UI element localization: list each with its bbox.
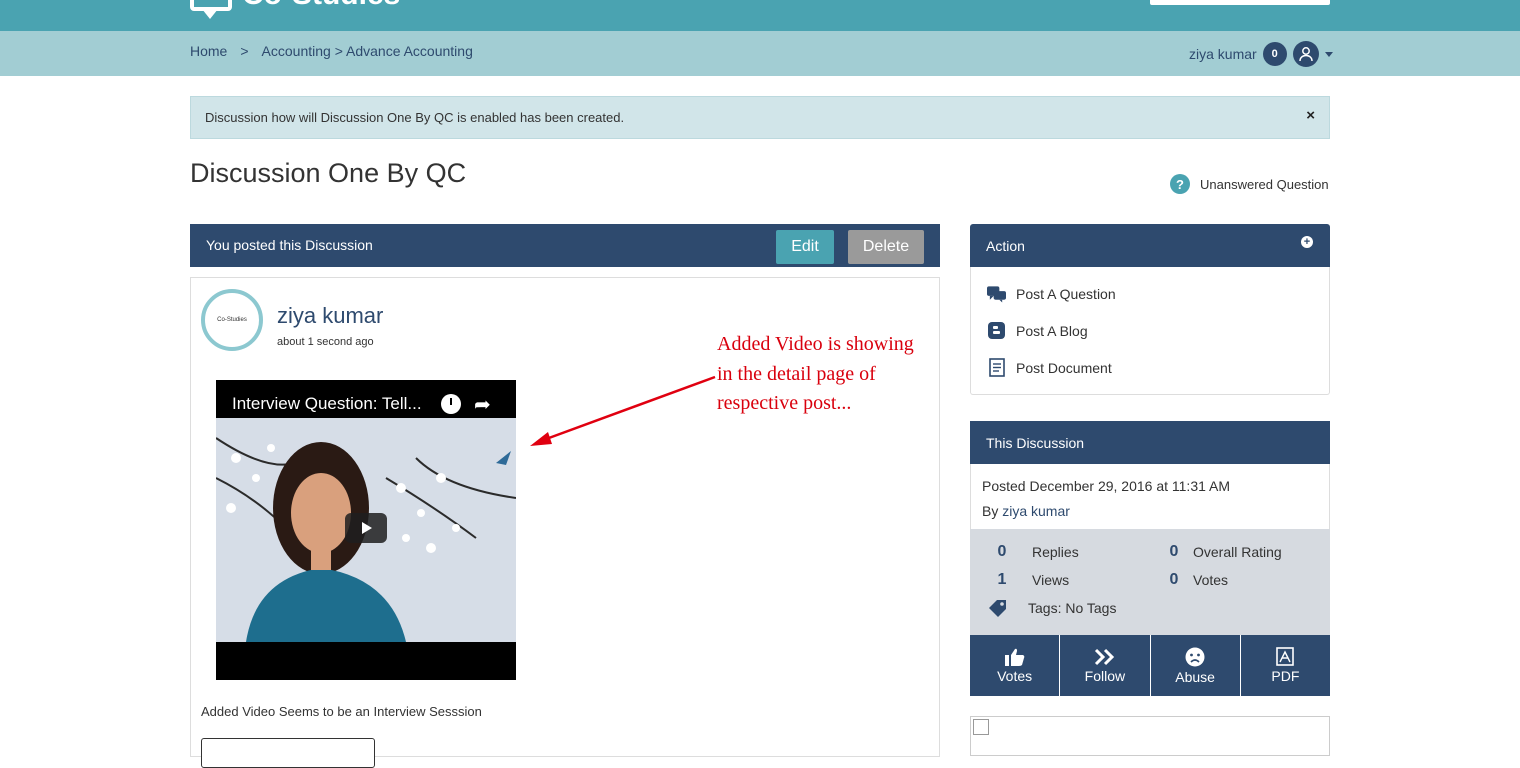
search-input[interactable] — [1150, 0, 1330, 5]
avatar-logo-text: Co-Studies — [217, 317, 247, 323]
status-label: Unanswered Question — [1200, 176, 1329, 192]
tag-icon — [986, 599, 1010, 617]
blog-icon — [987, 321, 1006, 340]
breadcrumb-separator: > — [240, 43, 249, 59]
annotation-note: Added Video is showing in the detail pag… — [717, 330, 937, 419]
chat-bubbles-icon — [987, 284, 1006, 303]
share-icon[interactable]: ➦ — [474, 392, 491, 417]
broken-image — [970, 716, 1330, 756]
by-author-link[interactable]: ziya kumar — [1002, 503, 1070, 519]
discussion-panel-header: This Discussion — [970, 421, 1330, 464]
action-panel-header: Action + — [970, 224, 1330, 267]
question-status: ? Unanswered Question — [1170, 174, 1329, 194]
delete-button[interactable]: Delete — [848, 230, 924, 264]
logo-bubble-icon — [190, 0, 232, 19]
replies-label: Replies — [1032, 544, 1079, 560]
abuse-button-label[interactable]: Abuse — [1175, 669, 1215, 685]
watch-later-icon[interactable] — [441, 394, 461, 414]
annotation-arrow-icon — [530, 375, 716, 446]
user-menu[interactable]: ziya kumar 0 — [1189, 41, 1333, 67]
annotation-line-1: Added Video is showing — [717, 333, 914, 355]
discussion-info: Posted December 29, 2016 at 11:31 AM By … — [970, 464, 1330, 529]
views-label: Views — [1032, 572, 1070, 588]
action-panel-title: Action — [986, 238, 1025, 254]
post-owner-label: You posted this Discussion — [206, 237, 373, 253]
logo-text: Co-Studies — [242, 0, 400, 12]
post-blog-label[interactable]: Post A Blog — [1016, 323, 1088, 339]
breadcrumb-category[interactable]: Accounting > Advance Accounting — [262, 43, 473, 59]
alert-message: Discussion how will Discussion One By QC… — [205, 110, 625, 125]
votes-button[interactable]: Votes — [970, 635, 1061, 696]
video-thumbnail[interactable] — [216, 418, 516, 642]
post-timestamp: about 1 second ago — [277, 336, 374, 348]
video-title[interactable]: Interview Question: Tell... — [232, 394, 422, 414]
abuse-button[interactable]: Abuse — [1150, 635, 1241, 696]
posted-date: Posted December 29, 2016 at 11:31 AM — [982, 478, 1231, 494]
tags-label: Tags: No Tags — [1028, 600, 1117, 616]
post-question-link[interactable]: Post A Question — [987, 284, 1116, 303]
tags-stat: Tags: No Tags — [986, 599, 1116, 617]
votes-label: Votes — [1193, 572, 1229, 588]
votes-button-label[interactable]: Votes — [997, 668, 1032, 684]
document-icon — [987, 358, 1006, 377]
post-document-link[interactable]: Post Document — [987, 358, 1112, 377]
double-chevron-right-icon — [1094, 648, 1114, 665]
follow-button-label[interactable]: Follow — [1085, 668, 1125, 684]
user-avatar-icon[interactable] — [1292, 41, 1319, 67]
success-alert: Discussion how will Discussion One By QC… — [190, 96, 1330, 139]
follow-button[interactable]: Follow — [1060, 635, 1151, 696]
notification-badge[interactable]: 0 — [1262, 42, 1287, 66]
rating-stat: 0 Overall Rating — [1162, 543, 1282, 561]
discussion-panel-title: This Discussion — [986, 435, 1085, 451]
annotation-line-3: respective post... — [717, 392, 852, 414]
pdf-button-label[interactable]: PDF — [1271, 668, 1299, 684]
posted-by: By ziya kumar — [982, 503, 1070, 519]
breadcrumb-home[interactable]: Home — [190, 43, 227, 59]
chevron-down-icon[interactable] — [1324, 51, 1333, 57]
breadcrumb: Home > Accounting > Advance Accounting — [190, 43, 473, 59]
edit-button[interactable]: Edit — [776, 230, 834, 264]
discussion-action-buttons: Votes Follow Abuse PDF — [970, 635, 1330, 696]
broken-image-icon — [973, 719, 989, 735]
rating-count: 0 — [1169, 543, 1179, 560]
votes-stat: 0 Votes — [1162, 571, 1228, 589]
author-avatar[interactable]: Co-Studies — [201, 289, 263, 351]
thumbs-up-icon — [1004, 648, 1024, 666]
question-mark-icon: ? — [1170, 174, 1190, 194]
rating-label: Overall Rating — [1193, 544, 1282, 560]
breadcrumb-bar: Home > Accounting > Advance Accounting z… — [0, 31, 1520, 76]
by-prefix: By — [982, 503, 999, 519]
action-panel: Post A Question Post A Blog Post Documen… — [970, 267, 1330, 395]
play-icon[interactable] — [345, 513, 387, 543]
views-count: 1 — [997, 571, 1007, 588]
views-stat: 1 Views — [990, 571, 1070, 589]
annotation-line-2: in the detail page of — [717, 362, 876, 385]
post-header-bar: You posted this Discussion Edit Delete — [190, 224, 940, 267]
pdf-icon — [1276, 647, 1295, 666]
author-name[interactable]: ziya kumar — [277, 303, 383, 329]
replies-count: 0 — [997, 543, 1007, 560]
video-embed[interactable]: Interview Question: Tell... ➦ — [216, 380, 516, 680]
post-blog-link[interactable]: Post A Blog — [987, 321, 1088, 340]
post-body-text: Added Video Seems to be an Interview Ses… — [201, 704, 482, 719]
post-document-label[interactable]: Post Document — [1016, 360, 1112, 376]
post-question-label[interactable]: Post A Question — [1016, 286, 1116, 302]
replies-stat: 0 Replies — [990, 543, 1079, 561]
pdf-button[interactable]: PDF — [1240, 635, 1330, 696]
top-header: Co-Studies — [0, 0, 1520, 31]
post-action-button[interactable] — [201, 738, 375, 768]
sad-face-icon — [1185, 647, 1205, 666]
page-title: Discussion One By QC — [190, 158, 467, 188]
discussion-stats: 0 Replies 0 Overall Rating 1 Views 0 Vot… — [970, 529, 1330, 635]
close-icon[interactable]: × — [1306, 107, 1315, 124]
site-logo[interactable]: Co-Studies — [190, 0, 400, 19]
user-name[interactable]: ziya kumar — [1189, 46, 1257, 62]
plus-circle-icon[interactable]: + — [1301, 236, 1313, 248]
votes-count: 0 — [1169, 571, 1179, 588]
